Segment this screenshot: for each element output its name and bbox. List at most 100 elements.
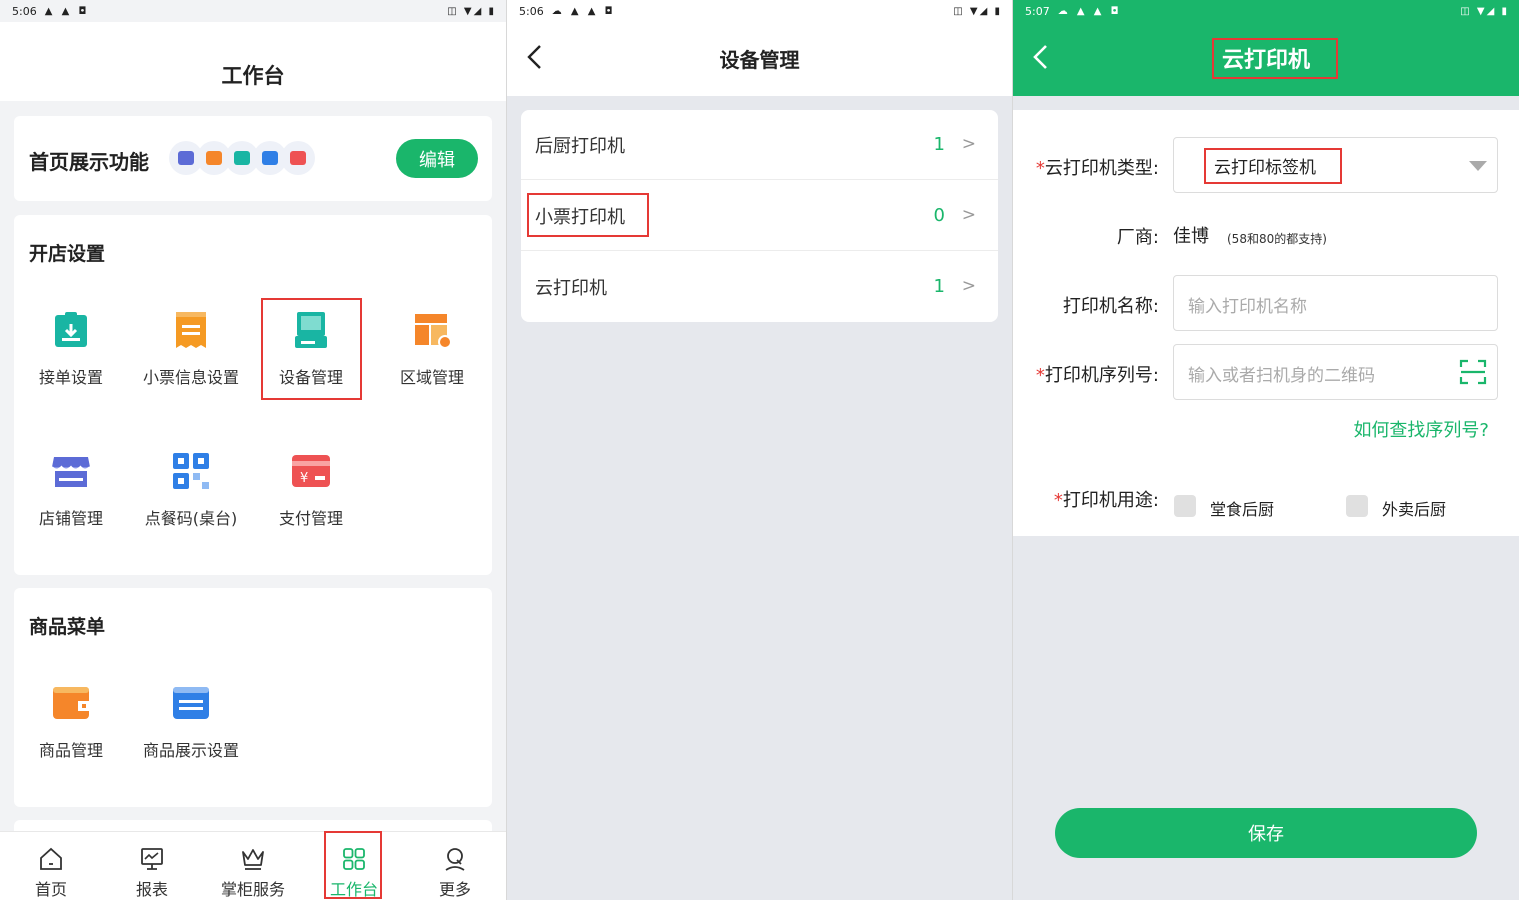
status-bar: 5:07 ☁ ▲ ▲ ◘ ◫ ▼◢ ▮ <box>1013 0 1519 22</box>
list-item-count: 1 <box>933 134 945 155</box>
list-item-cloud-printer[interactable]: 云打印机 1 > <box>521 252 998 322</box>
cloud-printer-screen: 5:07 ☁ ▲ ▲ ◘ ◫ ▼◢ ▮ 云打印机 *云打印机类型: 云打印标签机… <box>1013 0 1519 900</box>
open-store-card: 开店设置 接单设置 小票信息设置 设备管理 区域管理 店铺管理 点餐码(桌台) … <box>14 215 492 575</box>
wallet-icon <box>51 683 91 723</box>
printer-name-input[interactable]: 输入打印机名称 <box>1173 275 1498 331</box>
grid-item-product-management[interactable]: 商品管理 <box>11 683 131 761</box>
edit-button[interactable]: 编辑 <box>396 139 478 178</box>
vendor-note: (58和80的都支持) <box>1227 232 1327 246</box>
grid-item-label: 商品管理 <box>38 741 103 760</box>
grid-item-area-management[interactable]: 区域管理 <box>372 310 492 388</box>
system-icons: ◫ ▼◢ ▮ <box>1460 5 1509 17</box>
card-display-icon <box>171 683 211 723</box>
printer-name-label: 打印机名称: <box>1062 296 1159 317</box>
list-item-kitchen-printer[interactable]: 后厨打印机 1 > <box>521 110 998 180</box>
feature-icon-stack <box>169 141 315 175</box>
vendor-value: 佳博 <box>1173 226 1209 247</box>
tab-home[interactable]: 首页 <box>6 832 96 900</box>
payment-card-icon: ¥ <box>291 451 331 491</box>
find-serial-help-link[interactable]: 如何查找序列号? <box>1353 416 1489 442</box>
required-mark: * <box>1035 158 1045 179</box>
grid-item-label: 支付管理 <box>278 509 343 528</box>
required-mark: * <box>1035 365 1045 386</box>
bottom-tab-bar: 首页 报表 掌柜服务 工作台 更多 <box>0 831 506 900</box>
status-bar: 5:06 ▲ ▲ ◘ ◫ ▼◢ ▮ <box>0 0 506 22</box>
tab-label: 掌柜服务 <box>220 880 285 899</box>
list-item-label: 后厨打印机 <box>535 136 625 157</box>
printer-usage-label: *打印机用途: <box>1053 490 1159 511</box>
tab-label: 报表 <box>135 880 168 899</box>
required-mark: * <box>1053 490 1063 511</box>
tab-label: 首页 <box>34 880 67 899</box>
page-title: 设备管理 <box>719 48 800 72</box>
open-store-title: 开店设置 <box>29 243 106 265</box>
tab-merchant-service[interactable]: 掌柜服务 <box>208 832 298 900</box>
status-bar: 5:06 ☁ ▲ ▲ ◘ ◫ ▼◢ ▮ <box>507 0 1012 22</box>
grid-item-label: 区域管理 <box>399 368 464 387</box>
receipt-icon <box>171 310 211 350</box>
grid-item-product-display[interactable]: 商品展示设置 <box>131 683 251 761</box>
payment-card-icon <box>281 141 315 175</box>
grid-item-store-management[interactable]: 店铺管理 <box>11 451 131 529</box>
highlight-workbench-tab <box>324 831 382 899</box>
header: 设备管理 <box>507 22 1012 96</box>
notification-icons: ☁ ▲ ▲ ◘ <box>1057 5 1122 17</box>
system-icons: ◫ ▼◢ ▮ <box>953 5 1002 17</box>
device-management-screen: 设备管理 5:06 ☁ ▲ ▲ ◘ ◫ ▼◢ ▮ 后厨打印机 1 > 小票打印机… <box>507 0 1012 900</box>
list-item-label: 云打印机 <box>535 278 607 299</box>
area-layout-icon <box>412 310 452 350</box>
save-button[interactable]: 保存 <box>1055 808 1477 858</box>
tab-reports[interactable]: 报表 <box>107 832 197 900</box>
status-time: 5:07 <box>1025 4 1050 18</box>
printer-name-placeholder: 输入打印机名称 <box>1188 297 1307 317</box>
status-time: 5:06 <box>12 4 37 18</box>
tab-label: 更多 <box>438 880 471 899</box>
takeout-kitchen-label: 外卖后厨 <box>1382 500 1447 519</box>
workbench-screen: 工作台 5:06 ▲ ▲ ◘ ◫ ▼◢ ▮ 首页展示功能 编辑 开店设置 接单设… <box>0 0 506 900</box>
page-title: 工作台 <box>221 64 285 88</box>
dropdown-arrow-icon <box>1469 161 1487 171</box>
takeout-kitchen-checkbox[interactable] <box>1346 495 1368 517</box>
menu-section-title: 商品菜单 <box>29 616 106 638</box>
serial-number-placeholder: 输入或者扫机身的二维码 <box>1188 366 1375 386</box>
list-item-count: 0 <box>933 205 945 226</box>
grid-item-receipt-settings[interactable]: 小票信息设置 <box>131 310 251 388</box>
chevron-right-icon: > <box>961 205 976 225</box>
highlight-device-management <box>261 298 362 400</box>
chevron-right-icon: > <box>961 276 976 296</box>
highlight-printer-type <box>1204 148 1342 184</box>
grid-item-payment-management[interactable]: ¥ 支付管理 <box>251 451 371 529</box>
grid-item-label: 小票信息设置 <box>142 368 239 387</box>
chevron-right-icon: > <box>961 134 976 154</box>
qr-code-icon <box>171 451 211 491</box>
grid-item-label: 点餐码(桌台) <box>144 509 238 528</box>
serial-number-label: *打印机序列号: <box>1035 365 1159 386</box>
svg-text:¥: ¥ <box>300 471 308 486</box>
chart-icon <box>107 832 197 872</box>
store-icon <box>51 451 91 491</box>
header: 工作台 <box>0 22 506 101</box>
grid-item-order-settings[interactable]: 接单设置 <box>11 310 131 388</box>
notification-icons: ▲ ▲ ◘ <box>44 5 90 17</box>
home-feature-label: 首页展示功能 <box>29 150 149 174</box>
home-feature-card: 首页展示功能 编辑 <box>14 116 492 201</box>
dine-in-kitchen-checkbox[interactable] <box>1174 495 1196 517</box>
menu-card: 商品菜单 商品管理 商品展示设置 <box>14 588 492 807</box>
serial-number-input[interactable]: 输入或者扫机身的二维码 <box>1173 344 1498 400</box>
order-clipboard-icon <box>51 310 91 350</box>
home-icon <box>6 832 96 872</box>
status-time: 5:06 <box>519 4 544 18</box>
scan-qr-icon[interactable] <box>1459 358 1487 386</box>
grid-item-label: 商品展示设置 <box>142 741 239 760</box>
tab-more[interactable]: 更多 <box>410 832 500 900</box>
grid-item-label: 店铺管理 <box>38 509 103 528</box>
crown-icon <box>208 832 298 872</box>
highlight-title <box>1212 38 1338 79</box>
highlight-receipt-printer <box>527 193 649 237</box>
grid-item-table-qr-code[interactable]: 点餐码(桌台) <box>131 451 251 529</box>
printer-type-label: *云打印机类型: <box>1035 158 1159 179</box>
dine-in-kitchen-label: 堂食后厨 <box>1210 500 1275 519</box>
user-icon <box>410 832 500 872</box>
vendor-label: 厂商: <box>1116 227 1159 248</box>
list-item-count: 1 <box>933 276 945 297</box>
